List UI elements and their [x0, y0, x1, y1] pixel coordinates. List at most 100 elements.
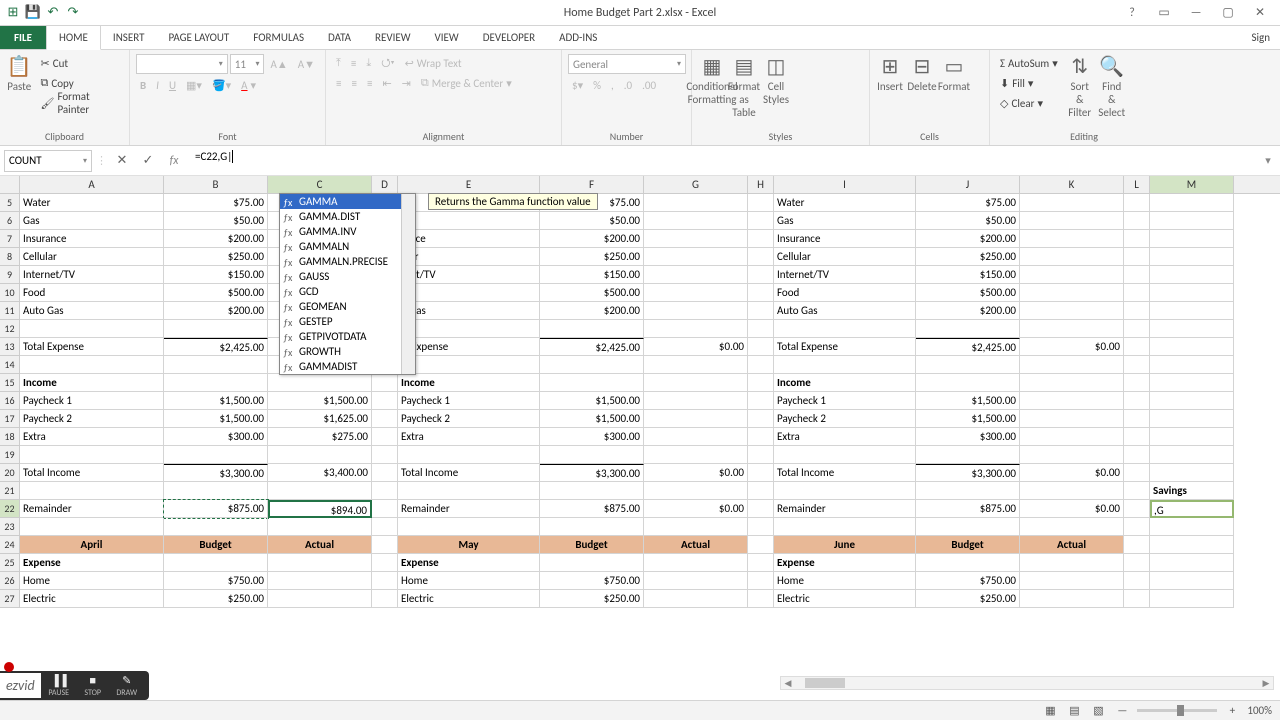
cell[interactable] [748, 464, 774, 482]
cell[interactable] [164, 446, 268, 464]
comma-icon[interactable]: , [607, 76, 618, 94]
close-icon[interactable]: ✕ [1248, 4, 1272, 22]
cell[interactable] [1124, 482, 1150, 500]
cell[interactable] [372, 392, 398, 410]
cell[interactable] [1124, 248, 1150, 266]
autocomplete-item[interactable]: ƒxGAUSS [280, 269, 415, 284]
cell[interactable] [1150, 554, 1234, 572]
row-header[interactable]: 21 [0, 482, 20, 500]
cell[interactable] [1020, 212, 1124, 230]
cell[interactable] [540, 518, 644, 536]
format-as-table-button[interactable]: ▤Format as Table [730, 54, 758, 98]
format-painter-button[interactable]: 🖌 Format Painter [36, 94, 123, 112]
cell[interactable] [1124, 518, 1150, 536]
restore-icon[interactable]: ▢ [1216, 4, 1240, 22]
cell[interactable]: Remainder [398, 500, 540, 518]
cell[interactable]: Internet/TV [20, 266, 164, 284]
view-normal-icon[interactable]: ▦ [1041, 704, 1059, 717]
minimize-icon[interactable]: — [1184, 4, 1208, 22]
cell[interactable]: $500.00 [540, 284, 644, 302]
horizontal-scrollbar[interactable]: ◀▶ [780, 676, 1274, 690]
cell[interactable] [1124, 212, 1150, 230]
cell[interactable] [748, 410, 774, 428]
autosum-button[interactable]: Σ AutoSum ▾ [996, 54, 1062, 72]
cell[interactable]: Remainder [774, 500, 916, 518]
col-header[interactable]: M [1150, 176, 1234, 193]
col-header[interactable]: G [644, 176, 748, 193]
cell[interactable]: $50.00 [916, 212, 1020, 230]
cell[interactable] [398, 356, 540, 374]
format-cells-button[interactable]: ▭Format [940, 54, 968, 98]
cell[interactable]: o Gas [398, 302, 540, 320]
cell[interactable] [748, 482, 774, 500]
cell[interactable] [372, 428, 398, 446]
col-header[interactable]: E [398, 176, 540, 193]
cell[interactable] [1124, 194, 1150, 212]
zoom-in-icon[interactable]: + [1223, 704, 1241, 717]
cell[interactable] [1020, 284, 1124, 302]
cell[interactable] [1124, 338, 1150, 356]
cell[interactable] [1020, 194, 1124, 212]
cell[interactable]: $1,500.00 [268, 392, 372, 410]
row-header[interactable]: 5 [0, 194, 20, 212]
row-header[interactable]: 11 [0, 302, 20, 320]
cell[interactable] [372, 554, 398, 572]
cell[interactable]: ular [398, 248, 540, 266]
row-header[interactable]: 7 [0, 230, 20, 248]
cell[interactable] [1124, 266, 1150, 284]
font-size-select[interactable]: 11▾ [230, 54, 265, 74]
cell[interactable] [774, 446, 916, 464]
cell[interactable]: $1,625.00 [268, 410, 372, 428]
cell[interactable]: ,G [1150, 500, 1234, 518]
cell[interactable]: Electric [398, 590, 540, 608]
cell[interactable] [644, 266, 748, 284]
cell[interactable] [372, 464, 398, 482]
cell[interactable]: Expense [20, 554, 164, 572]
cell[interactable] [1020, 446, 1124, 464]
cell[interactable]: $3,300.00 [540, 464, 644, 482]
cell[interactable] [644, 248, 748, 266]
col-header[interactable]: A [20, 176, 164, 193]
cell[interactable] [748, 212, 774, 230]
cell[interactable] [644, 284, 748, 302]
cell[interactable] [398, 518, 540, 536]
cell[interactable] [1150, 590, 1234, 608]
cell[interactable]: $0.00 [1020, 338, 1124, 356]
cell[interactable]: $750.00 [540, 572, 644, 590]
cell[interactable] [372, 572, 398, 590]
save-icon[interactable]: 💾 [24, 4, 42, 22]
col-header[interactable]: F [540, 176, 644, 193]
cell[interactable] [1124, 410, 1150, 428]
cell[interactable] [20, 320, 164, 338]
shrink-font-icon[interactable]: A▼ [294, 55, 319, 73]
tab-add-ins[interactable]: ADD-INS [547, 26, 609, 49]
cell[interactable]: Home [398, 572, 540, 590]
cell[interactable]: Auto Gas [20, 302, 164, 320]
fill-color-icon[interactable]: 🪣▾ [208, 76, 235, 94]
tab-developer[interactable]: DEVELOPER [471, 26, 547, 49]
cell-styles-button[interactable]: ◫Cell Styles [762, 54, 790, 98]
cell[interactable]: $500.00 [916, 284, 1020, 302]
cell[interactable] [916, 356, 1020, 374]
cell[interactable]: $300.00 [540, 428, 644, 446]
cell[interactable]: $2,425.00 [540, 338, 644, 356]
cell[interactable]: $200.00 [164, 302, 268, 320]
cell[interactable] [540, 356, 644, 374]
row-header[interactable]: 16 [0, 392, 20, 410]
autocomplete-item[interactable]: ƒxGAMMA.DIST [280, 209, 415, 224]
cell[interactable] [1020, 374, 1124, 392]
row-header[interactable]: 12 [0, 320, 20, 338]
cell[interactable] [1020, 518, 1124, 536]
cell[interactable]: $300.00 [164, 428, 268, 446]
autocomplete-item[interactable]: ƒxGETPIVOTDATA [280, 329, 415, 344]
cell[interactable]: $200.00 [164, 230, 268, 248]
orientation-icon[interactable]: ⭯▾ [377, 54, 398, 72]
cell[interactable] [1150, 518, 1234, 536]
cell[interactable] [748, 248, 774, 266]
cell[interactable]: $250.00 [916, 590, 1020, 608]
cell[interactable]: Water [20, 194, 164, 212]
row-header[interactable]: 14 [0, 356, 20, 374]
cell[interactable] [748, 374, 774, 392]
tab-data[interactable]: DATA [316, 26, 363, 49]
cell[interactable]: Paycheck 2 [398, 410, 540, 428]
